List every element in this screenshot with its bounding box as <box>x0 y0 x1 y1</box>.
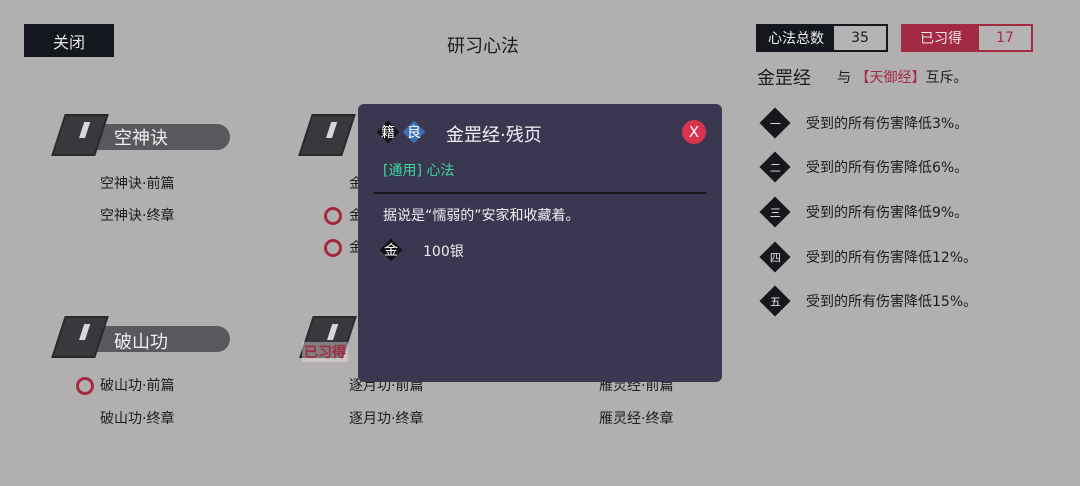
item-grade-badge-icon: 良 <box>402 120 426 144</box>
effect-row-2: 二 受到的所有伤害降低6%。 <box>759 151 969 183</box>
modal-category: [通用] 心法 <box>383 163 455 179</box>
learned-ring-icon <box>76 377 94 395</box>
scroll-book-icon <box>298 114 356 156</box>
learned-ring-icon <box>324 207 342 225</box>
detail-skill-name: 金罡经 <box>757 68 811 89</box>
learned-ring-icon <box>324 239 342 257</box>
detail-conflict-note: 与 【天御经】互斥。 <box>837 67 967 87</box>
total-count-value: 35 <box>834 26 886 50</box>
chapter-item[interactable]: 雁灵经·终章 <box>599 408 673 428</box>
conflict-prefix: 与 <box>837 70 851 86</box>
group-title: 破山功 <box>114 332 168 353</box>
level-3-icon: 三 <box>759 196 791 228</box>
effect-text-1: 受到的所有伤害降低3%。 <box>806 116 969 132</box>
level-5-icon: 五 <box>759 285 791 317</box>
effect-text-5: 受到的所有伤害降低15%。 <box>806 294 978 310</box>
total-count-label: 心法总数 <box>758 26 834 50</box>
conflict-suffix: 互斥。 <box>925 70 968 86</box>
effect-text-3: 受到的所有伤害降低9%。 <box>806 205 969 221</box>
effect-row-1: 一 受到的所有伤害降低3%。 <box>759 107 969 139</box>
acquired-count-value: 17 <box>979 26 1031 50</box>
modal-description: 据说是“懦弱的”安家和收藏着。 <box>383 208 580 224</box>
effect-row-3: 三 受到的所有伤害降低9%。 <box>759 196 969 228</box>
effect-row-4: 四 受到的所有伤害降低12%。 <box>759 241 978 273</box>
item-type-badge-icon: 籍 <box>376 120 400 144</box>
effect-text-4: 受到的所有伤害降低12%。 <box>806 250 978 266</box>
modal-divider <box>374 192 706 194</box>
modal-close-button[interactable]: X <box>682 120 706 144</box>
effect-row-5: 五 受到的所有伤害降低15%。 <box>759 285 978 317</box>
level-2-icon: 二 <box>759 151 791 183</box>
learned-stamp: 已习得 <box>302 342 348 362</box>
chapter-item[interactable]: 破山功·前篇 <box>100 375 174 395</box>
modal-price: 100银 <box>423 244 464 260</box>
chapter-item[interactable]: 空神诀·前篇 <box>100 173 174 193</box>
item-detail-modal: 籍 良 金罡经·残页 X [通用] 心法 据说是“懦弱的”安家和收藏着。 金 1… <box>358 104 722 382</box>
acquired-count-label: 已习得 <box>903 26 979 50</box>
total-count-box: 心法总数 35 <box>756 24 888 52</box>
gold-coin-icon: 金 <box>379 238 403 262</box>
level-1-icon: 一 <box>759 107 791 139</box>
chapter-item[interactable]: 破山功·终章 <box>100 408 174 428</box>
chapter-item[interactable]: 空神诀·终章 <box>100 205 174 225</box>
modal-title: 金罡经·残页 <box>446 125 542 146</box>
acquired-count-box: 已习得 17 <box>901 24 1033 52</box>
effect-text-2: 受到的所有伤害降低6%。 <box>806 160 969 176</box>
conflict-target: 【天御经】 <box>855 70 926 86</box>
chapter-item[interactable]: 逐月功·终章 <box>349 408 423 428</box>
level-4-icon: 四 <box>759 241 791 273</box>
group-title: 空神诀 <box>114 128 168 149</box>
